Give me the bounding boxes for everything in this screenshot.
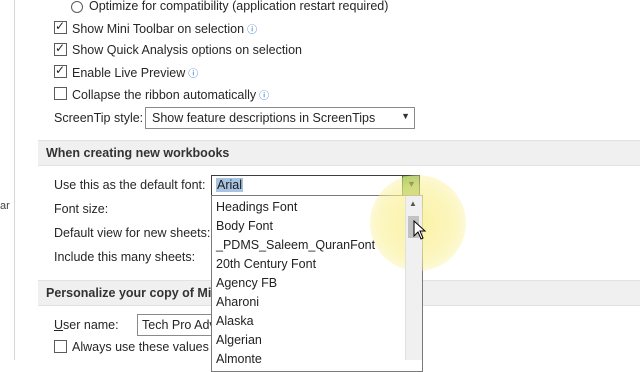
always-use-label: Always use these values re [72,340,224,354]
screentip-label: ScreenTip style: [54,111,144,125]
live-preview-checkbox[interactable] [54,63,67,78]
scroll-up-icon[interactable]: ▲ [409,199,417,208]
quick-analysis-checkbox[interactable] [54,41,67,56]
left-nav-strip: ar [0,0,15,360]
font-size-label: Font size: [54,202,109,216]
font-list-item[interactable]: _PDMS_Saleem_QuranFont [216,238,375,252]
mouse-pointer-icon [413,220,427,240]
new-workbooks-section-header: When creating new workbooks [38,140,640,166]
collapse-ribbon-label: Collapse the ribbon automatically [72,88,257,102]
font-list-item[interactable]: 20th Century Font [216,257,316,271]
font-list-item[interactable]: Algerian [216,333,262,347]
optimize-compat-label: Optimize for compatibility (application … [89,0,389,13]
chevron-down-icon: ▼ [401,111,410,121]
collapse-ribbon-row: Collapse the ribbon automatically ⓘ [72,87,269,102]
left-nav-partial-text: ar [0,200,10,212]
font-list-item[interactable]: Body Font [216,219,273,233]
collapse-ribbon-checkbox[interactable] [54,87,67,100]
live-preview-row: Enable Live Preview ⓘ [72,65,198,80]
font-list-item[interactable]: Aharoni [216,295,259,309]
screentip-select[interactable]: Show feature descriptions in ScreenTips … [145,107,415,129]
mini-toolbar-checkbox[interactable] [54,19,67,34]
mini-toolbar-row: Show Mini Toolbar on selection ⓘ [72,21,257,36]
personalize-section-title: Personalize your copy of Micr [46,286,224,300]
sheets-count-label: Include this many sheets: [54,250,196,264]
font-list-item[interactable]: Headings Font [216,200,297,214]
new-workbooks-section-title: When creating new workbooks [46,146,230,160]
live-preview-label: Enable Live Preview [72,66,186,80]
font-list-item[interactable]: Almonte [216,352,262,366]
user-name-label: User name: [54,318,119,332]
user-name-value: Tech Pro Adv [142,318,216,332]
default-font-label: Use this as the default font: [54,178,206,192]
default-view-label: Default view for new sheets: [54,226,211,240]
quick-analysis-label: Show Quick Analysis options on selection [72,43,302,57]
default-font-value[interactable]: Arial [216,178,244,192]
screentip-value: Show feature descriptions in ScreenTips [152,111,376,125]
info-icon: ⓘ [188,69,199,80]
mini-toolbar-label: Show Mini Toolbar on selection [72,22,245,36]
optimize-compat-radio[interactable] [71,1,83,13]
font-list-item[interactable]: Alaska [216,314,254,328]
info-icon: ⓘ [247,25,258,36]
info-icon: ⓘ [259,91,270,102]
font-list-item[interactable]: Agency FB [216,276,277,290]
always-use-checkbox[interactable] [54,340,67,353]
